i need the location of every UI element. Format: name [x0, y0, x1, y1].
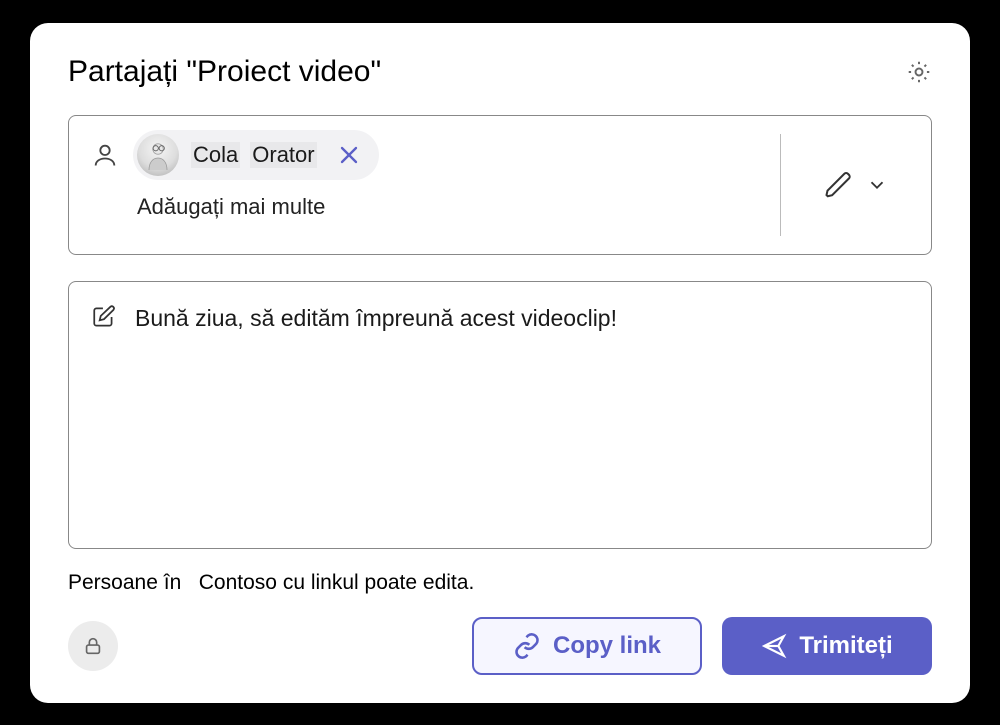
- copy-link-label: Copy link: [553, 632, 661, 660]
- permission-label: Persoane în: [68, 571, 181, 594]
- add-more-label[interactable]: Adăugați mai multe: [91, 194, 760, 220]
- send-icon: [761, 633, 787, 659]
- dialog-header: Partajați "Proiect video": [68, 55, 932, 89]
- recipients-list: Cola Orator Adăugați mai multe: [91, 130, 780, 240]
- avatar: [137, 134, 179, 176]
- settings-button[interactable]: [906, 59, 932, 85]
- copy-link-button[interactable]: Copy link: [472, 617, 702, 675]
- link-settings-button[interactable]: [68, 621, 118, 671]
- permission-summary: Persoane în Contoso cu linkul poate edit…: [68, 571, 932, 595]
- share-dialog: Partajați "Proiect video": [30, 23, 970, 703]
- lock-icon: [82, 635, 104, 657]
- person-icon: [91, 141, 119, 169]
- compose-icon: [91, 304, 117, 330]
- dialog-footer: Copy link Trimiteți: [68, 617, 932, 675]
- remove-recipient-button[interactable]: [335, 141, 363, 169]
- message-text: Bună ziua, să edităm împreună acest vide…: [135, 302, 617, 334]
- permission-dropdown[interactable]: [781, 130, 931, 240]
- link-icon: [513, 632, 541, 660]
- permission-detail: Contoso cu linkul poate edita.: [199, 571, 475, 594]
- close-icon: [335, 141, 363, 169]
- recipient-row: Cola Orator: [91, 130, 760, 180]
- recipient-chip[interactable]: Cola Orator: [133, 130, 379, 180]
- message-field[interactable]: Bună ziua, să edităm împreună acest vide…: [68, 281, 932, 549]
- gear-icon: [906, 59, 932, 85]
- recipients-field[interactable]: Cola Orator Adăugați mai multe: [68, 115, 932, 255]
- pencil-icon: [824, 170, 854, 200]
- recipient-name: Cola Orator: [191, 142, 317, 168]
- chevron-down-icon: [866, 174, 888, 196]
- dialog-title: Partajați "Proiect video": [68, 55, 381, 89]
- send-button[interactable]: Trimiteți: [722, 617, 932, 675]
- send-label: Trimiteți: [799, 632, 892, 660]
